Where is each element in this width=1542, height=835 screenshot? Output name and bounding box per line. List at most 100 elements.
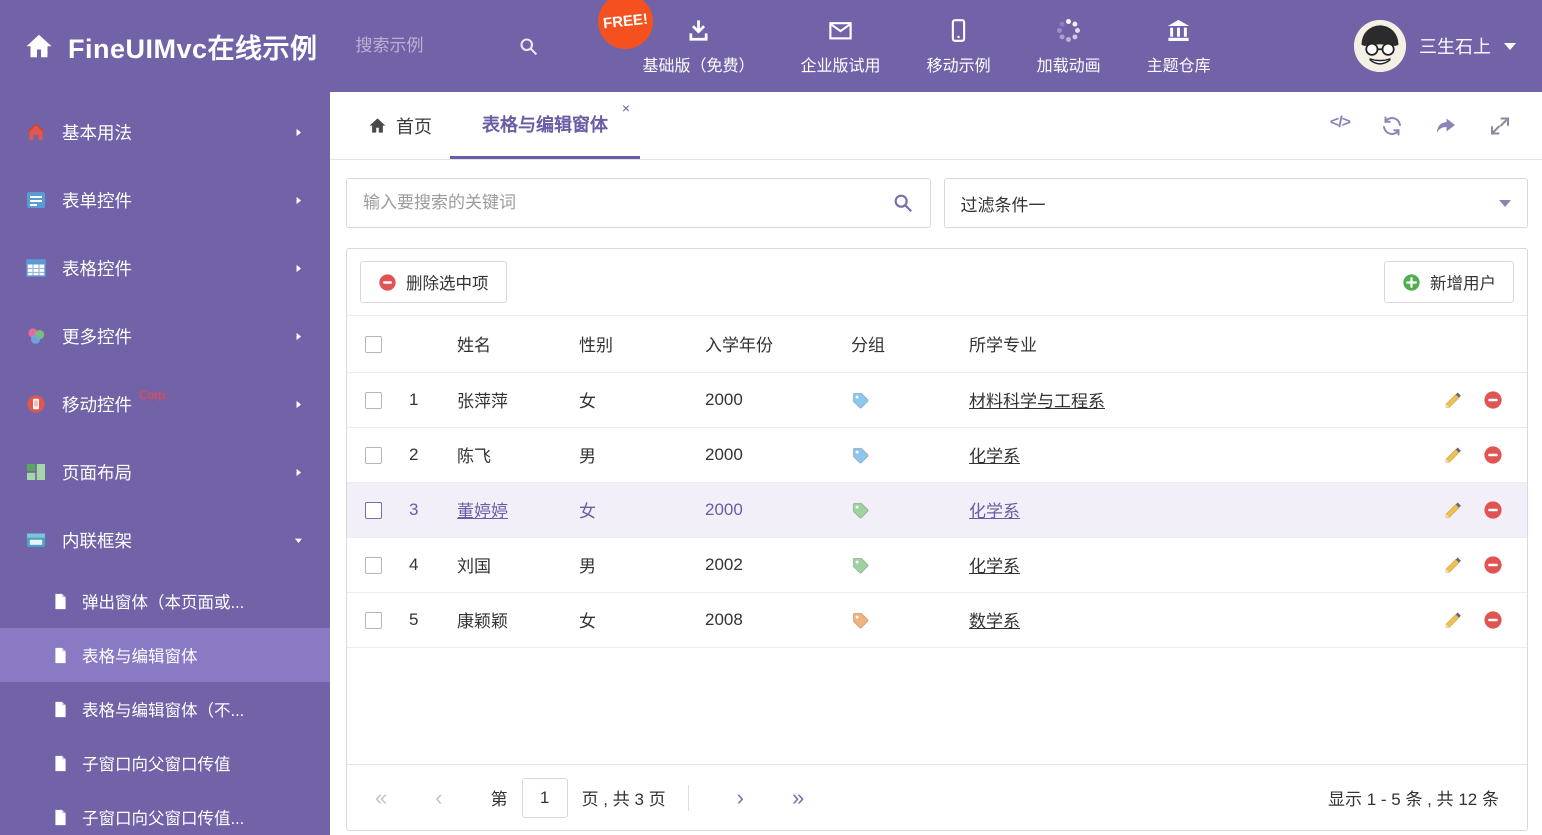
page-input[interactable] [521, 777, 568, 818]
tab-home[interactable]: 首页 [350, 92, 450, 159]
first-page-button[interactable]: « [375, 786, 387, 809]
spinner-icon [1055, 17, 1082, 44]
tab-grid-edit-window[interactable]: 表格与编辑窗体 × [450, 92, 640, 159]
layout-icon [26, 462, 46, 482]
widgets-icon [26, 326, 46, 346]
table-row[interactable]: 1 张萍萍 女 2000 材料科学与工程系 [347, 372, 1527, 428]
col-header-name[interactable]: 姓名 [453, 316, 575, 373]
sidebar-subitem-3[interactable]: 表格与编辑窗体（不... [0, 682, 330, 736]
home-icon [368, 116, 387, 135]
sidebar-subitem-2[interactable]: 表格与编辑窗体 [0, 628, 330, 682]
row-checkbox[interactable] [365, 446, 382, 464]
edit-icon[interactable] [1443, 500, 1463, 520]
header-nav-item-2[interactable]: 企业版试用 [778, 17, 904, 76]
sidebar-item-6[interactable]: 页面布局 [0, 438, 330, 506]
table-row[interactable]: 5 康颖颖 女 2008 数学系 [347, 592, 1527, 648]
row-checkbox[interactable] [365, 556, 382, 574]
sidebar-item-1[interactable]: 基本用法 [0, 98, 330, 166]
search-icon[interactable] [892, 192, 914, 214]
brand[interactable]: FineUIMvc在线示例 [24, 27, 318, 66]
last-page-button[interactable]: » [792, 786, 804, 809]
sidebar-item-7[interactable]: 内联框架 [0, 506, 330, 574]
major-link[interactable]: 化学系 [969, 557, 1020, 576]
source-code-icon[interactable]: </> [1330, 114, 1351, 138]
table-row[interactable]: 3 董婷婷 女 2000 化学系 [347, 482, 1527, 538]
edit-icon[interactable] [1443, 445, 1463, 465]
tag-icon [851, 446, 870, 465]
sidebar-subitem-4[interactable]: 子窗口向父窗口传值 [0, 736, 330, 790]
next-page-button[interactable]: › [737, 786, 744, 809]
page-prefix: 第 [490, 790, 508, 809]
student-gender: 女 [575, 592, 701, 648]
filter-dropdown[interactable]: 过滤条件一 [943, 178, 1528, 228]
user-menu[interactable]: 三生石上 [1354, 20, 1516, 72]
major-link[interactable]: 化学系 [969, 447, 1020, 466]
sidebar-item-label: 更多控件 [62, 326, 132, 347]
row-checkbox[interactable] [365, 611, 382, 629]
header-search [355, 36, 556, 57]
table-row[interactable]: 4 刘国 男 2002 化学系 [347, 537, 1527, 593]
delete-icon[interactable] [1483, 445, 1503, 465]
row-number: 3 [405, 482, 453, 538]
header-nav-item-5[interactable]: 主题仓库 [1124, 17, 1234, 76]
keyword-search [346, 178, 931, 228]
col-header-year[interactable]: 入学年份 [701, 316, 847, 373]
enroll-year: 2002 [701, 537, 847, 593]
row-checkbox[interactable] [365, 501, 382, 519]
file-icon [52, 755, 69, 772]
pager-divider [687, 784, 689, 811]
delete-icon[interactable] [1483, 390, 1503, 410]
search-icon[interactable] [518, 36, 539, 57]
plus-circle-icon [1402, 273, 1421, 292]
sidebar-subitem-5[interactable]: 子窗口向父窗口传值... [0, 790, 330, 835]
delete-icon[interactable] [1483, 500, 1503, 520]
expand-icon[interactable] [1488, 114, 1512, 138]
header-nav-item-1[interactable]: FREE! 基础版（免费） [594, 0, 778, 76]
prev-page-button[interactable]: ‹ [435, 786, 442, 809]
app-home-icon [24, 31, 54, 61]
keyword-search-input[interactable] [363, 193, 892, 213]
mobile-icon [945, 17, 972, 44]
header-nav-item-3[interactable]: 移动示例 [904, 17, 1014, 76]
sidebar-item-3[interactable]: 表格控件 [0, 234, 330, 302]
row-number: 2 [405, 427, 453, 483]
chevron-right-icon [293, 467, 304, 478]
header-nav-item-4[interactable]: 加载动画 [1014, 17, 1124, 76]
table-row[interactable]: 2 陈飞 男 2000 化学系 [347, 427, 1527, 483]
grid-panel: 删除选中项 新增用户 姓名 性别 入学年份 分组 所学专业 1 张萍萍 女 20… [346, 248, 1528, 831]
sidebar-item-5[interactable]: 移动控件 Corp. [0, 370, 330, 438]
select-all-checkbox[interactable] [365, 335, 382, 353]
edit-icon[interactable] [1443, 555, 1463, 575]
student-name: 陈飞 [457, 447, 491, 466]
col-header-major[interactable]: 所学专业 [965, 316, 1405, 373]
delete-selected-button[interactable]: 删除选中项 [360, 261, 507, 303]
tag-icon [851, 501, 870, 520]
chevron-right-icon [293, 263, 304, 274]
delete-icon[interactable] [1483, 555, 1503, 575]
col-header-gender[interactable]: 性别 [575, 316, 701, 373]
sidebar-subitem-label: 表格与编辑窗体（不... [82, 702, 245, 720]
sidebar-item-2[interactable]: 表单控件 [0, 166, 330, 234]
header-nav-label: 移动示例 [926, 57, 991, 75]
tag-icon [851, 391, 870, 410]
refresh-icon[interactable] [1380, 114, 1404, 138]
sidebar-subitem-1[interactable]: 弹出窗体（本页面或... [0, 574, 330, 628]
header-search-input[interactable] [355, 36, 506, 56]
form-icon [26, 190, 46, 210]
edit-icon[interactable] [1443, 390, 1463, 410]
tab-close-icon[interactable]: × [622, 100, 630, 116]
col-header-group[interactable]: 分组 [847, 316, 965, 373]
major-link[interactable]: 化学系 [969, 502, 1020, 521]
enroll-year: 2000 [701, 427, 847, 483]
major-link[interactable]: 材料科学与工程系 [969, 392, 1105, 411]
share-icon[interactable] [1434, 114, 1458, 138]
edit-icon[interactable] [1443, 610, 1463, 630]
row-checkbox[interactable] [365, 391, 382, 409]
envelope-icon [827, 17, 854, 44]
delete-icon[interactable] [1483, 610, 1503, 630]
page-suffix: 页 , 共 3 页 [581, 790, 666, 809]
major-link[interactable]: 数学系 [969, 612, 1020, 631]
add-user-button[interactable]: 新增用户 [1384, 261, 1514, 303]
users-table: 姓名 性别 入学年份 分组 所学专业 1 张萍萍女 2000 材料科学与工程系 2 陈飞男… [347, 316, 1527, 648]
sidebar-item-4[interactable]: 更多控件 [0, 302, 330, 370]
